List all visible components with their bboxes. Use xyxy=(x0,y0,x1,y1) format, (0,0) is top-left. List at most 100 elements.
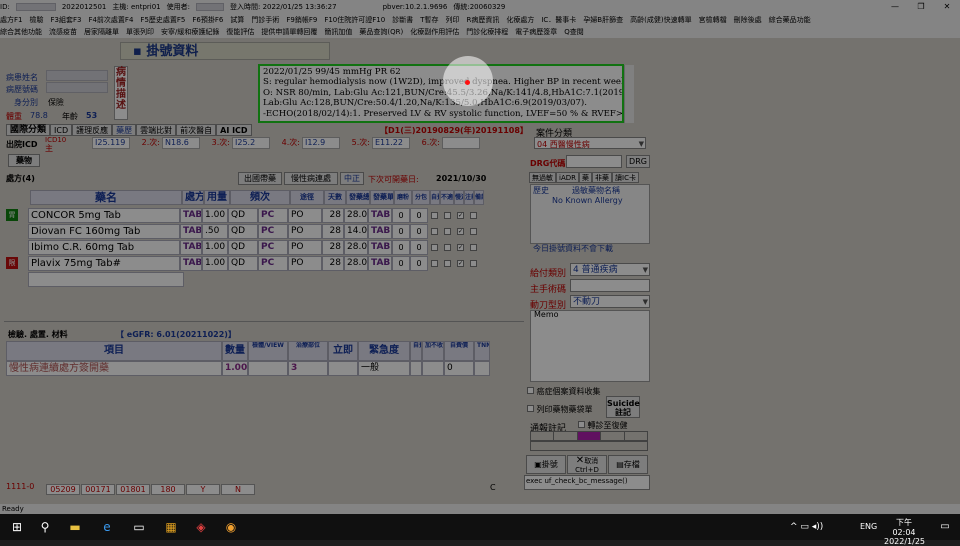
tab-1[interactable]: ICD xyxy=(50,124,73,136)
rx-cell-dose[interactable]: .50 xyxy=(202,223,228,239)
notes-scrollbar[interactable] xyxy=(624,65,634,123)
rx-cell-route[interactable]: PO xyxy=(288,207,322,223)
menu-item[interactable]: F4前次處置F4 xyxy=(88,15,133,25)
rx-cell-unit[interactable]: TAB xyxy=(180,223,202,239)
exam-row[interactable]: 慢性病連續處方簽開藥 1.00 3 一般 0 xyxy=(6,361,490,376)
rx-cell-p[interactable]: 0 xyxy=(410,207,428,223)
tab-5[interactable]: 前次醫自 xyxy=(176,124,217,136)
menu-item[interactable]: 高齡(成健)快速轉單 xyxy=(630,15,691,25)
tab-6[interactable]: AI ICD xyxy=(216,124,252,136)
menu-item[interactable]: 安寧/緩和療護紀錄 xyxy=(161,27,219,37)
icd-code[interactable]: I25.119 xyxy=(92,137,130,149)
menu-item[interactable]: 診斷書 xyxy=(392,15,413,25)
register-button[interactable]: ▣掛號 xyxy=(526,455,566,474)
menu-item[interactable]: 電子病歷簽章 xyxy=(515,27,557,37)
menu-item[interactable]: 化療副作用評估 xyxy=(410,27,459,37)
rx-cell-dunit[interactable]: TAB xyxy=(368,239,392,255)
cancer-checkbox[interactable]: 癌症個案資料收集 xyxy=(527,386,601,397)
exam-cell[interactable] xyxy=(328,361,358,376)
menu-item[interactable]: F10住院許可證F10 xyxy=(324,15,385,25)
close-icon[interactable]: ✕ xyxy=(934,0,960,14)
menu-item[interactable]: 孕婦B肝篩查 xyxy=(583,15,623,25)
surgery-input[interactable] xyxy=(570,279,650,292)
menu-item[interactable]: F9銷帳F9 xyxy=(286,15,317,25)
his-app-icon[interactable]: ◈ xyxy=(192,518,210,536)
rx-checkbox[interactable] xyxy=(470,259,477,267)
rx-cell-p[interactable]: 0 xyxy=(410,223,428,239)
rx-cell-unit[interactable]: TAB xyxy=(180,207,202,223)
rx-row[interactable]: 限 Plavix 75mg Tab# TAB 1.00 QD PC PO 28 28.0 TAB 0… xyxy=(6,255,480,271)
rx-cell-freq2[interactable]: PC xyxy=(258,207,288,223)
menu-item[interactable]: IC．醫事卡 xyxy=(541,15,576,25)
rx-cell-unit[interactable]: TAB xyxy=(180,255,202,271)
rx-cell-dunit[interactable]: TAB xyxy=(368,207,392,223)
memo-box[interactable] xyxy=(530,310,650,382)
allergy-tab[interactable]: 非藥 xyxy=(592,172,612,183)
rx-cell-freq2[interactable]: PC xyxy=(258,239,288,255)
rx-cell-name[interactable]: Plavix 75mg Tab# xyxy=(28,255,180,271)
rx-cell-dose[interactable]: 1.00 xyxy=(202,239,228,255)
menu-item[interactable]: 宮檢轉檔 xyxy=(699,15,727,25)
allergy-tab[interactable]: 讀IC卡 xyxy=(612,172,639,183)
rx-cell-dunit[interactable]: TAB xyxy=(368,223,392,239)
minimize-icon[interactable]: — xyxy=(882,0,908,14)
exam-cell-urgent[interactable]: 一般 xyxy=(358,361,410,376)
menu-item[interactable]: F6預掛F6 xyxy=(192,15,223,25)
rx-cell-g[interactable]: 0 xyxy=(392,255,410,271)
rx-cell-route[interactable]: PO xyxy=(288,239,322,255)
exam-cell-site[interactable]: 3 xyxy=(288,361,328,376)
rx-checkbox[interactable] xyxy=(444,211,451,219)
menu-item[interactable]: 藥品查詢(QR) xyxy=(359,27,403,37)
suicide-button[interactable]: Suicide 註記 xyxy=(606,396,640,418)
tab-3[interactable]: 藥歷 xyxy=(112,124,137,136)
rx-checkbox[interactable]: ✓ xyxy=(457,243,464,251)
print-checkbox[interactable]: 列印藥物藥袋單 xyxy=(527,404,593,415)
rx-checkbox[interactable] xyxy=(470,243,477,251)
rx-row[interactable]: Ibimo C.R. 60mg Tab TAB 1.00 QD PC PO 28 28.0 TA… xyxy=(6,239,480,255)
rx-cell-days[interactable]: 28 xyxy=(322,207,344,223)
chrome-icon[interactable]: ◉ xyxy=(222,518,240,536)
icd-code[interactable]: N18.6 xyxy=(162,137,200,149)
rx-checkbox[interactable] xyxy=(444,227,451,235)
exam-cell[interactable] xyxy=(248,361,288,376)
rx-cell-route[interactable]: PO xyxy=(288,223,322,239)
rx-checkbox[interactable]: ✓ xyxy=(457,259,464,267)
rx-checkbox[interactable] xyxy=(444,259,451,267)
rx-cell-freq[interactable]: QD xyxy=(228,223,258,239)
case-class-dropdown[interactable]: 04 西醫慢性病 xyxy=(534,137,646,151)
maximize-icon[interactable]: ❐ xyxy=(908,0,934,14)
knife-dropdown[interactable]: 不動刀 xyxy=(570,295,650,309)
rx-cell-p[interactable]: 0 xyxy=(410,239,428,255)
rx-cell-total[interactable]: 28.0 xyxy=(344,207,368,223)
terminal-icon[interactable]: ▭ xyxy=(130,518,148,536)
tray-icons[interactable]: ^ ▭ ◂)) xyxy=(790,522,823,532)
menu-item[interactable]: F5歷史處置F5 xyxy=(140,15,185,25)
menu-item[interactable]: T暫存 xyxy=(420,15,438,25)
input-language[interactable]: ENG xyxy=(860,522,877,531)
rx-cell-dose[interactable]: 1.00 xyxy=(202,255,228,271)
file-explorer-icon[interactable]: ▬ xyxy=(66,518,84,536)
rx-cell-name[interactable]: CONCOR 5mg Tab xyxy=(28,207,180,223)
menu-item[interactable]: 流感疫苗 xyxy=(49,27,77,37)
rx-checkbox[interactable] xyxy=(470,211,477,219)
exam-cell[interactable] xyxy=(410,361,422,376)
rx-cell-freq[interactable]: QD xyxy=(228,207,258,223)
rx-cell-days[interactable]: 28 xyxy=(322,223,344,239)
rx-cell-freq[interactable]: QD xyxy=(228,239,258,255)
rx-cell-dose[interactable]: 1.00 xyxy=(202,207,228,223)
menu-item[interactable]: 居家隔離單 xyxy=(84,27,119,37)
exam-cell-qty[interactable]: 1.00 xyxy=(222,361,248,376)
drg-button[interactable]: DRG xyxy=(626,155,650,168)
tab-4[interactable]: 雲端比對 xyxy=(136,124,177,136)
cancel-button[interactable]: ✕取消 Ctrl+D xyxy=(567,455,607,474)
search-icon[interactable]: ⚲ xyxy=(36,518,54,536)
tab-medication[interactable]: 藥物 xyxy=(8,154,40,167)
menu-item[interactable]: 門診化療排程 xyxy=(466,27,508,37)
clock[interactable]: 下午 02:04 2022/1/25 xyxy=(884,517,925,546)
rx-cell-total[interactable]: 28.0 xyxy=(344,239,368,255)
rx-checkbox[interactable]: ✓ xyxy=(457,211,464,219)
windows-start-icon[interactable]: ⊞ xyxy=(8,518,26,536)
menu-item[interactable]: R病歷資訊 xyxy=(466,15,499,25)
tab-0[interactable]: 國際分類 xyxy=(6,124,51,136)
rx-cell-g[interactable]: 0 xyxy=(392,239,410,255)
